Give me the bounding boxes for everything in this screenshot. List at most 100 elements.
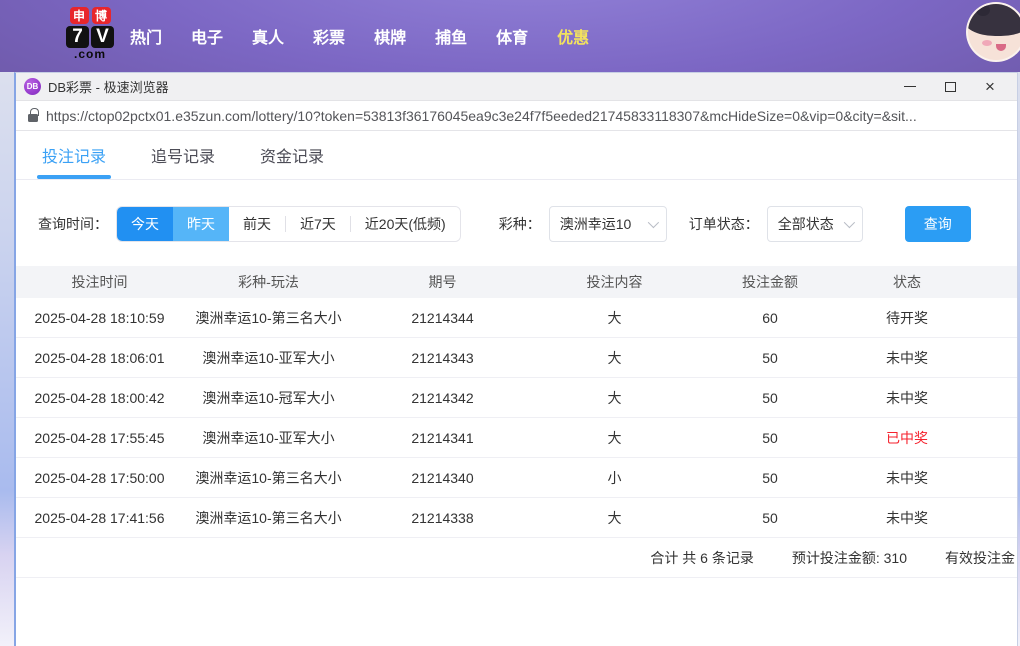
- avatar-mouth: [996, 44, 1006, 51]
- bet-time: 2025-04-28 17:50:00: [34, 469, 165, 486]
- tab-chase-records[interactable]: 追号记录: [151, 143, 215, 179]
- window-title: DB彩票 - 极速浏览器: [48, 80, 169, 95]
- order-status-select[interactable]: 全部状态: [766, 206, 863, 242]
- browser-window: DB DB彩票 - 极速浏览器 × https://ctop02pctx01.e…: [14, 72, 1018, 646]
- nav-item-live[interactable]: 真人: [252, 24, 284, 48]
- bet-status: 未中奖: [886, 509, 928, 526]
- nav-item-fishing[interactable]: 捕鱼: [435, 24, 467, 48]
- nav-item-sports[interactable]: 体育: [496, 24, 528, 48]
- bet-amount: 50: [762, 389, 778, 406]
- close-button[interactable]: ×: [983, 78, 997, 95]
- bet-game: 澳洲幸运10-冠军大小: [202, 389, 335, 406]
- table-row: 2025-04-28 17:50:00 澳洲幸运10-第三名大小 2121434…: [16, 458, 1017, 498]
- nav-item-lottery[interactable]: 彩票: [313, 24, 345, 48]
- window-app-icon: DB: [24, 78, 41, 95]
- nav-item-slots[interactable]: 电子: [191, 24, 223, 48]
- avatar-blush: [982, 40, 992, 46]
- bet-content: 大: [607, 349, 622, 366]
- time-7days-button[interactable]: 近7天: [286, 207, 350, 241]
- bet-issue: 21214342: [411, 389, 474, 406]
- bet-game: 澳洲幸运10-亚军大小: [202, 349, 335, 366]
- lottery-type-label: 彩种：: [498, 216, 541, 232]
- bet-time: 2025-04-28 18:10:59: [34, 309, 165, 326]
- bet-content: 小: [607, 469, 622, 486]
- bet-issue: 21214343: [411, 349, 474, 366]
- chevron-down-icon: [647, 216, 659, 229]
- bet-content: 大: [607, 509, 622, 526]
- lottery-type-select[interactable]: 澳洲幸运10: [548, 206, 667, 242]
- logo-tile-bo: 博: [91, 7, 111, 24]
- maximize-button[interactable]: [943, 80, 957, 94]
- bet-issue: 21214341: [411, 429, 474, 446]
- summary-total-records: 合计 共 6 条记录: [650, 549, 754, 566]
- nav-item-cards[interactable]: 棋牌: [374, 24, 406, 48]
- bet-amount: 50: [762, 509, 778, 526]
- record-tabs: 投注记录 追号记录 资金记录: [16, 131, 1017, 180]
- time-daybefore-button[interactable]: 前天: [229, 207, 285, 241]
- filter-bar: 查询时间： 今天 昨天 前天 近7天 近20天(低频) 彩种： 澳洲幸运10 订…: [38, 206, 1017, 242]
- lottery-type-value: 澳洲幸运10: [559, 216, 632, 232]
- time-today-button[interactable]: 今天: [117, 207, 173, 241]
- logo-tile-7: 7: [66, 26, 89, 48]
- user-avatar[interactable]: [966, 2, 1020, 62]
- bet-time: 2025-04-28 17:55:45: [34, 429, 165, 446]
- header-bet-amount: 投注金额: [742, 274, 798, 290]
- bet-time: 2025-04-28 18:06:01: [34, 349, 165, 366]
- header-issue: 期号: [428, 274, 457, 290]
- table-row: 2025-04-28 17:55:45 澳洲幸运10-亚军大小 21214341…: [16, 418, 1017, 458]
- bet-status: 未中奖: [886, 389, 928, 406]
- lock-icon: [28, 107, 39, 122]
- order-status-label: 订单状态：: [688, 216, 759, 232]
- bet-status: 未中奖: [886, 469, 928, 486]
- time-yesterday-button[interactable]: 昨天: [173, 207, 229, 241]
- bet-issue: 21214344: [411, 309, 474, 326]
- site-nav: 申 博 7 V .com 热门 电子 真人 彩票 棋牌 捕鱼 体育 优惠: [0, 0, 1020, 72]
- bet-records-table: 投注时间 彩种-玩法 期号 投注内容 投注金额 状态 2025-04-28 18…: [16, 266, 1017, 578]
- tab-bet-records[interactable]: 投注记录: [36, 143, 112, 179]
- avatar-hair-bun: [976, 4, 990, 16]
- table-header-row: 投注时间 彩种-玩法 期号 投注内容 投注金额 状态: [16, 266, 1017, 298]
- url-text[interactable]: https://ctop02pctx01.e35zun.com/lottery/…: [46, 108, 917, 124]
- logo-com-label: .com: [73, 47, 106, 61]
- logo-tile-shen: 申: [69, 7, 89, 24]
- summary-valid-amount: 有效投注金: [945, 549, 1015, 566]
- bet-status: 已中奖: [886, 429, 928, 446]
- bet-amount: 50: [762, 469, 778, 486]
- nav-item-promo[interactable]: 优惠: [557, 24, 589, 48]
- bet-content: 大: [607, 429, 622, 446]
- table-row: 2025-04-28 17:41:56 澳洲幸运10-第三名大小 2121433…: [16, 498, 1017, 538]
- url-bar[interactable]: https://ctop02pctx01.e35zun.com/lottery/…: [16, 101, 1017, 131]
- chevron-down-icon: [843, 216, 855, 229]
- table-row: 2025-04-28 18:06:01 澳洲幸运10-亚军大小 21214343…: [16, 338, 1017, 378]
- query-time-label: 查询时间：: [38, 216, 108, 232]
- header-game-play: 彩种-玩法: [238, 274, 299, 290]
- time-range-group: 今天 昨天 前天 近7天 近20天(低频): [116, 206, 461, 242]
- time-20days-button[interactable]: 近20天(低频): [350, 207, 460, 241]
- bet-game: 澳洲幸运10-亚军大小: [202, 429, 335, 446]
- bet-content: 大: [607, 389, 622, 406]
- summary-expected-amount: 预计投注金额: 310: [791, 549, 907, 566]
- bet-issue: 21214340: [411, 469, 474, 486]
- table-row: 2025-04-28 18:00:42 澳洲幸运10-冠军大小 21214342…: [16, 378, 1017, 418]
- minimize-button[interactable]: [903, 80, 917, 94]
- site-nav-menu: 热门 电子 真人 彩票 棋牌 捕鱼 体育 优惠: [130, 0, 589, 72]
- table-row: 2025-04-28 18:10:59 澳洲幸运10-第三名大小 2121434…: [16, 298, 1017, 338]
- nav-item-hot[interactable]: 热门: [130, 24, 162, 48]
- window-controls: ×: [903, 78, 1009, 95]
- bet-amount: 50: [762, 429, 778, 446]
- header-bet-content: 投注内容: [586, 274, 643, 290]
- header-status: 状态: [893, 274, 921, 290]
- window-titlebar[interactable]: DB DB彩票 - 极速浏览器 ×: [16, 73, 1017, 101]
- site-logo[interactable]: 申 博 7 V .com: [62, 7, 118, 60]
- bet-content: 大: [607, 309, 622, 326]
- bet-game: 澳洲幸运10-第三名大小: [195, 309, 342, 326]
- bet-game: 澳洲幸运10-第三名大小: [195, 469, 342, 486]
- bet-time: 2025-04-28 17:41:56: [34, 509, 165, 526]
- bet-game: 澳洲幸运10-第三名大小: [195, 509, 342, 526]
- bet-amount: 50: [762, 349, 778, 366]
- search-button[interactable]: 查询: [904, 206, 971, 242]
- tab-fund-records[interactable]: 资金记录: [260, 143, 324, 179]
- logo-tile-v: V: [91, 26, 114, 48]
- bet-issue: 21214338: [411, 509, 474, 526]
- bet-time: 2025-04-28 18:00:42: [34, 389, 165, 406]
